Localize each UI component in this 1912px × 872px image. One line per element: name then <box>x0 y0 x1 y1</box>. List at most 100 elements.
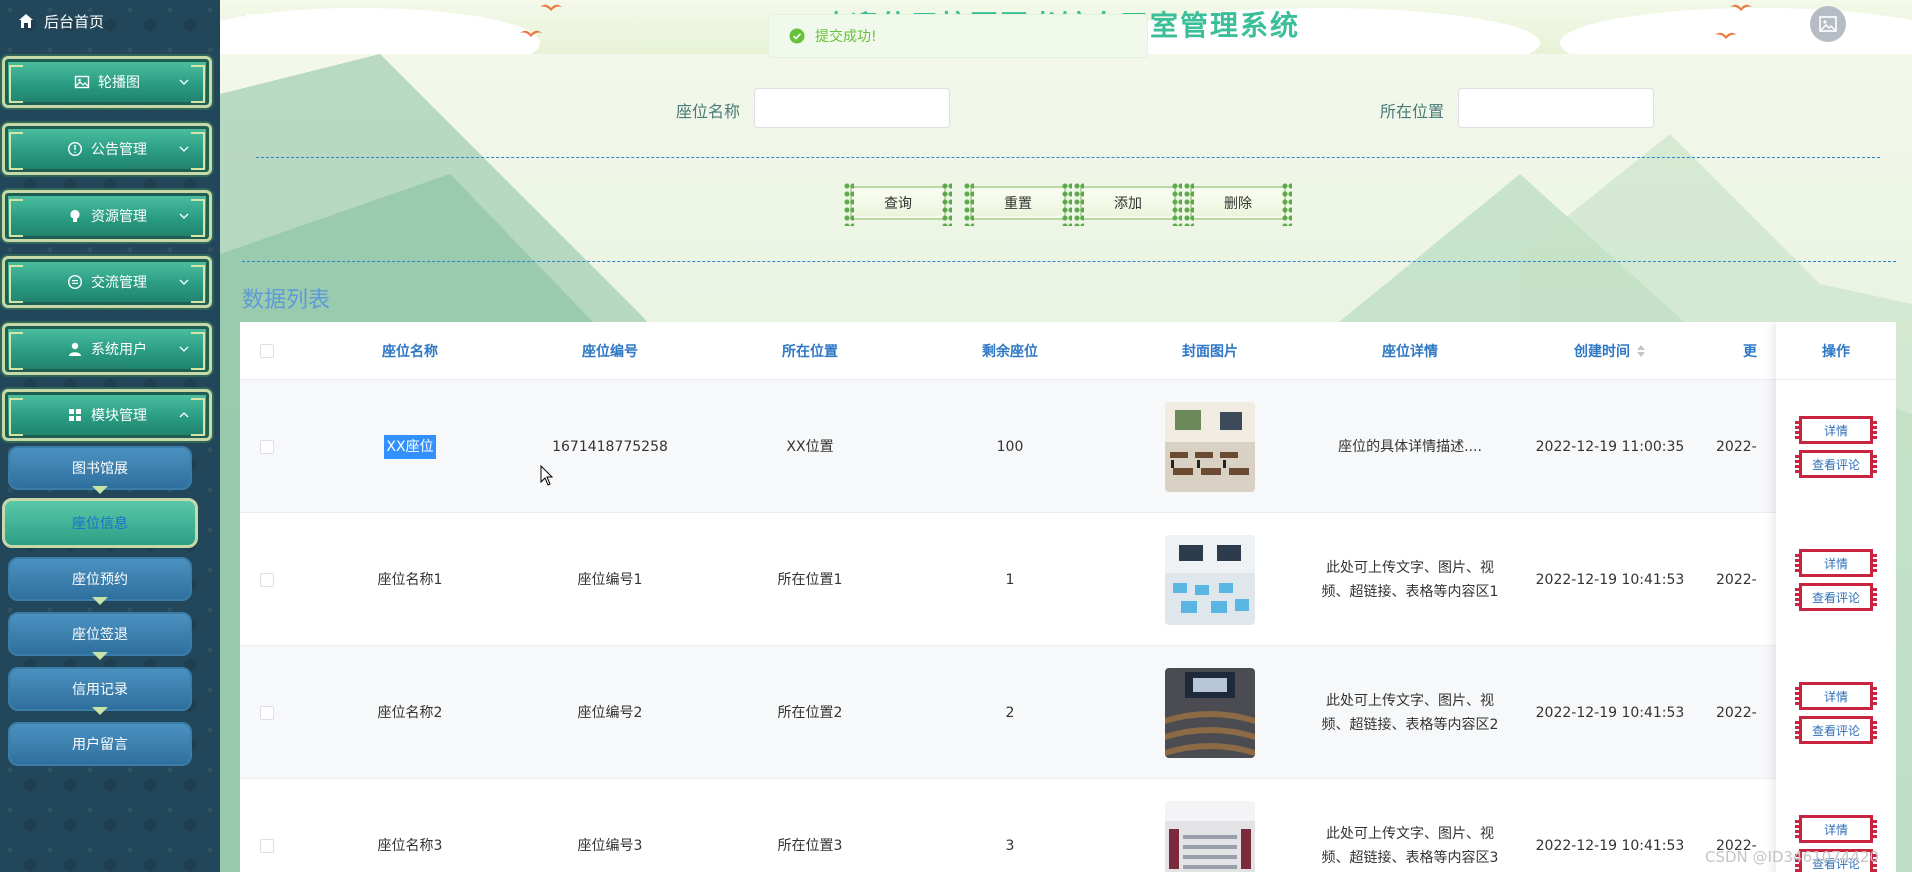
chevron-down-icon <box>179 213 189 219</box>
cell-seat-detail: 座位的具体详情描述.... <box>1338 438 1482 455</box>
cell-remaining: 100 <box>996 438 1024 455</box>
cell-remaining: 3 <box>1005 837 1015 854</box>
menu-item-system-users[interactable]: 系统用户 <box>2 323 212 375</box>
reset-button[interactable]: 重置 <box>964 182 1072 226</box>
data-table: 座位名称 座位编号 所在位置 剩余座位 封面图片 座位详情 创建时间 更 XX座… <box>240 322 1896 872</box>
mouse-cursor-icon <box>540 465 554 486</box>
bird-icon <box>1730 4 1752 11</box>
cell-seat-name: 座位名称2 <box>377 704 443 721</box>
seat-photo-image[interactable] <box>1165 667 1255 758</box>
table-row: 座位名称2 座位编号2 所在位置2 2 此处可上传文字、图片、视频、超链接、表格… <box>240 646 1896 779</box>
location-input[interactable] <box>1458 88 1654 128</box>
sub-item-seat-info[interactable]: 座位信息 <box>2 498 198 548</box>
user-icon <box>69 342 81 356</box>
detail-button[interactable]: 详情 <box>1795 682 1877 710</box>
query-button[interactable]: 查询 <box>844 182 952 226</box>
table-header: 座位名称 座位编号 所在位置 剩余座位 封面图片 座位详情 创建时间 更 <box>240 322 1896 380</box>
check-circle-icon <box>789 28 805 44</box>
col-remaining: 剩余座位 <box>982 344 1038 360</box>
chevron-down-icon <box>179 279 189 285</box>
row-checkbox[interactable] <box>260 573 274 587</box>
sub-item-label: 信用记录 <box>72 682 128 698</box>
op-row: 详情 查看评论 <box>1776 646 1896 779</box>
divider <box>256 157 1880 158</box>
col-seat-detail: 座位详情 <box>1382 344 1438 360</box>
col-seat-name: 座位名称 <box>382 344 438 360</box>
sub-item-label: 用户留言 <box>72 737 128 753</box>
username[interactable]: admin <box>1855 16 1899 32</box>
table-row: 座位名称3 座位编号3 所在位置3 3 此处可上传文字、图片、视频、超链接、表格… <box>240 779 1896 872</box>
bulb-icon <box>70 209 80 222</box>
detail-button[interactable]: 详情 <box>1795 416 1877 444</box>
chevron-down-icon <box>179 146 189 152</box>
sub-item-user-messages[interactable]: 用户留言 <box>8 722 192 766</box>
ornament-icon <box>92 707 108 715</box>
seat-name-input[interactable] <box>754 88 950 128</box>
row-checkbox[interactable] <box>260 706 274 720</box>
select-all-checkbox[interactable] <box>260 344 274 358</box>
menu-label: 系统用户 <box>91 342 147 358</box>
divider <box>242 261 1896 262</box>
view-comments-button[interactable]: 查看评论 <box>1795 583 1877 611</box>
detail-button[interactable]: 详情 <box>1795 549 1877 577</box>
seat-photo-image[interactable] <box>1165 401 1255 492</box>
row-checkbox[interactable] <box>260 440 274 454</box>
cell-created-time: 2022-12-19 11:00:35 <box>1535 438 1685 455</box>
cell-seat-code: 1671418775258 <box>552 438 668 455</box>
view-comments-button[interactable]: 查看评论 <box>1795 450 1877 478</box>
home-icon <box>19 14 33 28</box>
chat-icon <box>67 274 83 290</box>
chevron-down-icon <box>179 79 189 85</box>
chevron-up-icon <box>179 412 189 418</box>
sub-item-seat-checkout[interactable]: 座位签退 <box>8 612 192 660</box>
cell-created-time: 2022-12-19 10:41:53 <box>1535 704 1685 721</box>
home-label: 后台首页 <box>44 12 105 31</box>
cell-cover-image <box>1110 779 1310 872</box>
menu-item-notice[interactable]: 公告管理 <box>2 123 212 175</box>
ornament-icon <box>92 486 108 494</box>
cell-created-time: 2022-12-19 10:41:53 <box>1535 837 1685 854</box>
cell-cover-image <box>1110 513 1310 646</box>
menu-item-modules[interactable]: 模块管理 <box>2 389 212 441</box>
operations-column: 操作 详情 查看评论 详情 查看评论 详情 查看评论 详情 查看评论 <box>1776 322 1896 872</box>
collapse-menu-icon[interactable] <box>244 12 268 36</box>
sort-icon[interactable] <box>1636 344 1646 358</box>
add-button[interactable]: 添加 <box>1074 182 1182 226</box>
row-checkbox[interactable] <box>260 839 274 853</box>
sub-item-seat-booking[interactable]: 座位预约 <box>8 557 192 605</box>
op-row: 详情 查看评论 <box>1776 380 1896 513</box>
menu-item-exchange[interactable]: 交流管理 <box>2 256 212 308</box>
sub-item-credit-records[interactable]: 信用记录 <box>8 667 192 715</box>
cell-seat-name: XX座位 <box>310 380 510 513</box>
col-cover-image: 封面图片 <box>1182 344 1238 360</box>
delete-button[interactable]: 删除 <box>1184 182 1292 226</box>
info-icon <box>67 141 83 157</box>
menu-label: 模块管理 <box>91 408 147 424</box>
chevron-down-icon <box>179 346 189 352</box>
bird-icon <box>520 30 542 37</box>
home-link[interactable]: 后台首页 <box>0 0 220 42</box>
menu-label: 轮播图 <box>98 75 140 91</box>
cell-seat-code: 座位编号1 <box>577 571 643 588</box>
seat-photo-image[interactable] <box>1165 534 1255 625</box>
section-title: 数据列表 <box>242 288 331 313</box>
col-operations: 操作 <box>1776 322 1896 380</box>
image-icon <box>74 75 90 89</box>
avatar-image-icon <box>1819 16 1837 32</box>
cell-remaining: 2 <box>1005 704 1015 721</box>
view-comments-button[interactable]: 查看评论 <box>1795 716 1877 744</box>
sub-item-label: 座位预约 <box>72 572 128 588</box>
ornament-icon <box>92 597 108 605</box>
cell-seat-detail: 此处可上传文字、图片、视频、超链接、表格等内容区1 <box>1321 559 1499 600</box>
col-created-time[interactable]: 创建时间 <box>1510 322 1710 380</box>
main-content: 座位名称 所在位置 查询 重置 添加 删除 数据列表 座位名称 座位编号 所在位… <box>220 54 1912 872</box>
menu-item-resources[interactable]: 资源管理 <box>2 190 212 242</box>
detail-button[interactable]: 详情 <box>1795 815 1877 843</box>
avatar[interactable] <box>1810 6 1846 42</box>
sub-item-library-exhibit[interactable]: 图书馆展 <box>8 446 192 494</box>
menu-label: 交流管理 <box>91 275 147 291</box>
menu-label: 资源管理 <box>91 209 147 225</box>
cell-created-time: 2022-12-19 10:41:53 <box>1535 571 1685 588</box>
seat-photo-image[interactable] <box>1165 800 1255 872</box>
menu-item-carousel[interactable]: 轮播图 <box>2 56 212 108</box>
